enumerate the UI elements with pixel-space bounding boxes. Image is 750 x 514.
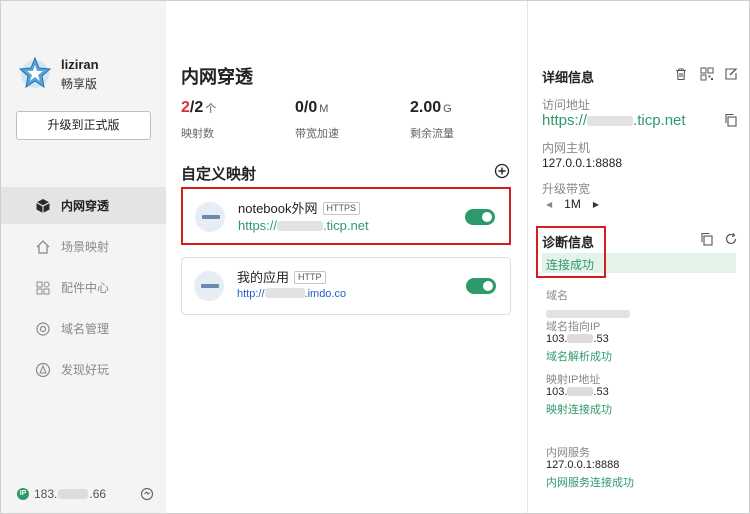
section-title: 自定义映射 <box>181 166 257 183</box>
sidebar-item-label: 域名管理 <box>61 322 110 336</box>
sidebar-nav: 内网穿透 场景映射 配件中心 域名管理 发现好玩 <box>1 187 166 392</box>
detail-title: 详细信息 <box>542 70 595 85</box>
mapping-url[interactable]: https://.ticp.net <box>238 218 369 233</box>
grid-icon <box>35 280 51 296</box>
domain-ip-value: 103. .53 <box>546 333 609 345</box>
stat-mappings: 2/2 个 映射数 <box>181 99 216 141</box>
service-connect-status: 内网服务连接成功 <box>546 477 634 489</box>
app-window: liziran 畅享版 升级到正式版 内网穿透 场景映射 配件中心 域名管理 发… <box>0 0 750 514</box>
map-connect-status: 映射连接成功 <box>546 404 612 416</box>
redacted-text <box>587 116 634 126</box>
main-panel: 内网穿透 2/2 个 映射数 0/0 M 带宽加速 2.00 G 剩余流量 自定义映射… <box>166 1 527 513</box>
diag-status: 连接成功 <box>546 258 595 272</box>
redacted-text <box>567 387 594 396</box>
mapping-url[interactable]: http://.imdo.co <box>237 288 346 300</box>
mapping-name: notebook外网 HTTPS <box>238 198 361 217</box>
public-ip: IP 183. .66 <box>17 487 106 501</box>
sidebar-item-domains[interactable]: 域名管理 <box>1 310 166 347</box>
sidebar: liziran 畅享版 升级到正式版 内网穿透 场景映射 配件中心 域名管理 发… <box>1 1 166 513</box>
stat-bandwidth: 0/0 M 带宽加速 <box>295 99 339 141</box>
decrease-arrow-icon[interactable]: ◀ <box>546 200 552 209</box>
domain-ip-label: 域名指向IP <box>546 321 601 333</box>
mapping-toggle[interactable] <box>466 278 496 294</box>
refresh-icon[interactable] <box>724 232 738 246</box>
mapping-card-notebook[interactable]: notebook外网 HTTPS https://.ticp.net <box>181 187 511 245</box>
redacted-text <box>58 489 89 499</box>
app-logo <box>18 56 52 89</box>
cube-icon <box>35 198 51 214</box>
web-app-icon <box>195 202 225 232</box>
sidebar-item-label: 发现好玩 <box>61 363 110 377</box>
compass-icon <box>35 362 51 378</box>
home-icon <box>35 239 51 255</box>
sidebar-item-accessories[interactable]: 配件中心 <box>1 269 166 306</box>
host-label: 内网主机 <box>542 141 591 155</box>
stat-label: 带宽加速 <box>295 128 339 140</box>
mapping-toggle[interactable] <box>465 209 495 225</box>
add-mapping-icon[interactable] <box>494 163 510 179</box>
sidebar-item-discover[interactable]: 发现好玩 <box>1 351 166 388</box>
ip-suffix: .66 <box>89 487 107 501</box>
access-address-label: 访问地址 <box>542 98 591 112</box>
service-value: 127.0.0.1:8888 <box>546 459 620 471</box>
user-name: liziran <box>61 57 99 72</box>
bandwidth-label: 升级带宽 <box>542 182 591 196</box>
globe-icon <box>35 321 51 337</box>
stat-value: 2/2 个 <box>181 99 217 116</box>
trash-icon[interactable] <box>674 67 688 81</box>
sidebar-item-label: 内网穿透 <box>61 199 110 213</box>
stat-label: 剩余流量 <box>410 128 454 140</box>
diag-title: 诊断信息 <box>542 235 595 250</box>
service-label: 内网服务 <box>546 447 590 459</box>
stat-traffic: 2.00 G 剩余流量 <box>410 99 454 141</box>
mapping-name: 我的应用 HTTP <box>237 267 326 286</box>
map-ip-label: 映射IP地址 <box>546 374 601 386</box>
stat-value: 2.00 G <box>410 99 452 116</box>
qrcode-icon[interactable] <box>700 67 714 81</box>
stat-label: 映射数 <box>181 128 214 140</box>
increase-arrow-icon[interactable]: ▶ <box>593 200 599 209</box>
sidebar-item-label: 配件中心 <box>61 281 110 295</box>
ip-badge-icon: IP <box>17 488 29 500</box>
page-title: 内网穿透 <box>181 67 253 87</box>
user-plan: 畅享版 <box>61 77 98 91</box>
copy-icon[interactable] <box>724 113 738 127</box>
web-app-icon <box>194 271 224 301</box>
domain-label: 域名 <box>546 290 568 302</box>
ip-info-icon[interactable] <box>140 487 154 501</box>
redacted-text <box>277 221 324 231</box>
detail-panel: 详细信息 访问地址 https://.ticp.net 内网主机 127.0.0… <box>527 1 749 513</box>
sidebar-item-label: 场景映射 <box>61 240 110 254</box>
redacted-text <box>264 288 305 298</box>
edit-icon[interactable] <box>724 67 738 81</box>
protocol-badge: HTTP <box>294 271 326 284</box>
copy-icon[interactable] <box>700 232 714 246</box>
stat-value: 0/0 M <box>295 99 329 116</box>
ip-prefix: 183. <box>34 487 58 501</box>
sidebar-item-intranet[interactable]: 内网穿透 <box>1 187 166 224</box>
bandwidth-stepper: ◀ 1M ▶ <box>546 197 599 211</box>
redacted-text <box>546 310 630 318</box>
mapping-card-myapp[interactable]: 我的应用 HTTP http://.imdo.co <box>181 257 511 315</box>
redacted-text <box>567 334 594 343</box>
bandwidth-value: 1M <box>564 197 581 211</box>
protocol-badge: HTTPS <box>322 202 361 215</box>
host-value: 127.0.0.1:8888 <box>542 156 623 170</box>
domain-resolve-status: 域名解析成功 <box>546 351 612 363</box>
map-ip-value: 103. .53 <box>546 386 609 398</box>
upgrade-button[interactable]: 升级到正式版 <box>16 111 151 140</box>
sidebar-item-scene[interactable]: 场景映射 <box>1 228 166 265</box>
access-address-link[interactable]: https://.ticp.net <box>542 112 686 129</box>
